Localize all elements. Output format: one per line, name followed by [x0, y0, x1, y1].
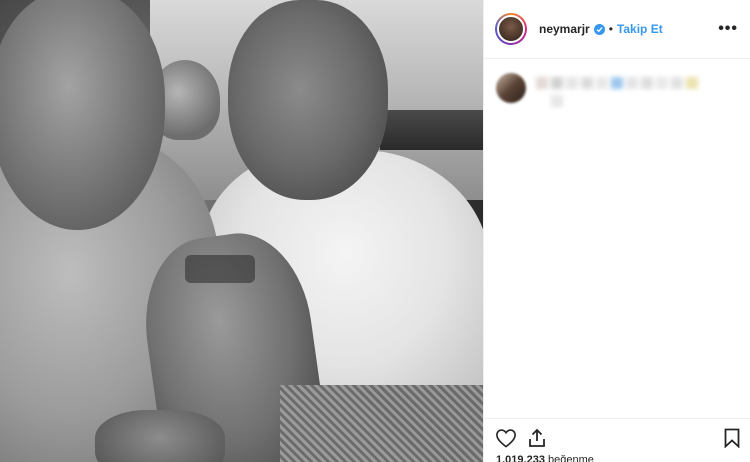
redacted-pixel — [536, 95, 548, 107]
follow-button[interactable]: Takip Et — [617, 22, 663, 36]
caption-comment — [484, 59, 750, 107]
verified-badge-icon — [593, 23, 605, 35]
redacted-pixel — [656, 77, 668, 89]
caption-text-redacted — [536, 73, 698, 107]
redacted-pixel — [551, 77, 563, 89]
likes-number: 1.019.233 — [496, 454, 545, 462]
redacted-pixel — [551, 95, 563, 107]
post-header: neymarjr • Takip Et ••• — [484, 0, 750, 59]
instagram-post: neymarjr • Takip Et ••• 1.019.233 beğenm… — [0, 0, 750, 462]
heart-icon[interactable] — [495, 428, 517, 453]
redacted-pixel — [686, 77, 698, 89]
caption-redacted-row — [536, 95, 698, 107]
right-person-head — [228, 0, 388, 200]
likes-label: beğenme — [548, 454, 594, 462]
table-surface — [280, 385, 483, 462]
redacted-pixel — [566, 77, 578, 89]
post-photo[interactable] — [0, 0, 483, 462]
redacted-pixel — [581, 77, 593, 89]
avatar[interactable] — [495, 13, 527, 45]
arm-tattoo — [185, 255, 255, 283]
header-separator: • — [608, 22, 613, 36]
caption-redacted-row — [536, 77, 698, 89]
redacted-pixel — [611, 77, 623, 89]
background-shelf — [380, 110, 483, 150]
redacted-pixel — [641, 77, 653, 89]
hand — [95, 410, 225, 462]
username-link[interactable]: neymarjr — [539, 22, 590, 36]
more-options-icon[interactable]: ••• — [718, 20, 738, 38]
redacted-pixel — [536, 77, 548, 89]
redacted-pixel — [671, 77, 683, 89]
redacted-pixel — [626, 77, 638, 89]
likes-count[interactable]: 1.019.233 beğenme — [496, 454, 594, 462]
comment-avatar[interactable] — [496, 73, 526, 103]
avatar-image — [497, 15, 525, 43]
redacted-pixel — [596, 77, 608, 89]
bookmark-icon[interactable] — [724, 428, 740, 453]
share-icon[interactable] — [527, 428, 547, 453]
post-sidebar: neymarjr • Takip Et ••• 1.019.233 beğenm… — [483, 0, 750, 462]
